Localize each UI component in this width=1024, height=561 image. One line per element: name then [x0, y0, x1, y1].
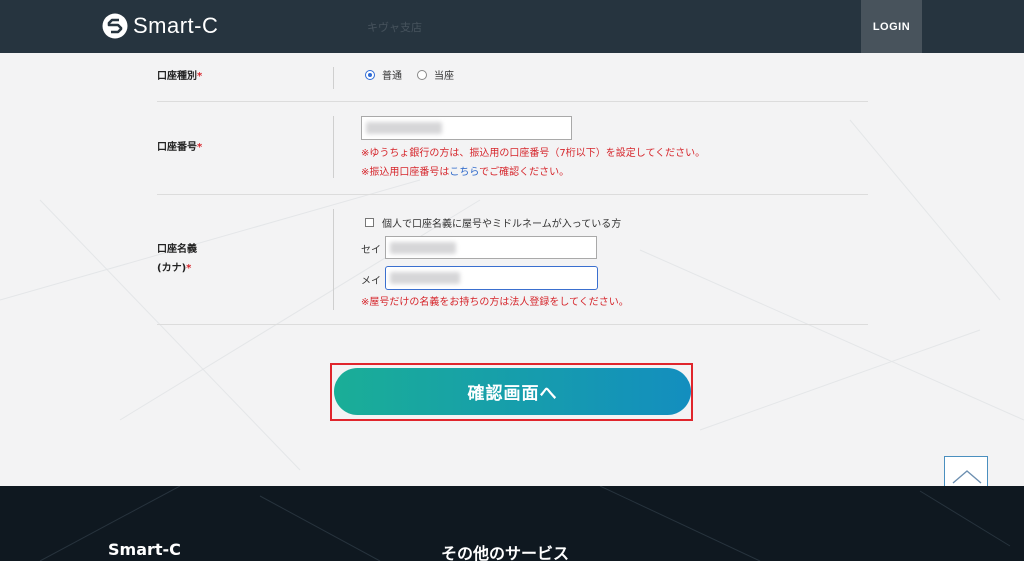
radio-current[interactable] — [417, 69, 427, 80]
site-logo[interactable]: Smart-C — [102, 13, 218, 39]
site-header: Smart-C キヴャ支店 LOGIN — [0, 0, 1024, 53]
login-button[interactable]: LOGIN — [861, 0, 922, 53]
account-type-label: 口座種別* — [157, 71, 203, 82]
scrolled-under-text: キヴャ支店 — [367, 21, 422, 34]
trade-name-note: ※屋号だけの名義をお持ちの方は法人登録をしてください。 — [361, 297, 629, 308]
mei-label: メイ — [361, 276, 381, 287]
site-footer: Smart-C その他のサービス — [0, 486, 1024, 561]
radio-ordinary[interactable] — [365, 69, 375, 80]
masked-value — [390, 242, 456, 254]
divider — [333, 67, 334, 89]
sei-label: セイ — [361, 245, 381, 256]
sei-input[interactable] — [385, 236, 597, 259]
confirm-button[interactable]: 確認画面へ — [334, 368, 691, 415]
smartc-logo-icon — [102, 13, 128, 39]
account-type-radio-group: 普通 当座 — [365, 67, 469, 82]
middle-name-checkbox[interactable] — [365, 218, 374, 227]
footer-brand: Smart-C — [108, 540, 181, 559]
account-number-label: 口座番号* — [157, 142, 203, 153]
account-number-input[interactable] — [361, 116, 572, 140]
mei-input[interactable] — [385, 266, 598, 290]
yucho-note: ※ゆうちょ銀行の方は、振込用の口座番号（7桁以下）を設定してください。 — [361, 148, 706, 159]
chevron-up-icon — [952, 470, 982, 484]
account-name-row: 口座名義 (カナ)* 個人で口座名義に屋号やミドルネームが入っている方 セイ メ… — [157, 195, 868, 325]
transfer-number-note: ※振込用口座番号はこちらでご確認ください。 — [361, 167, 570, 178]
divider — [333, 209, 334, 310]
account-type-row: 口座種別* 普通 当座 — [157, 53, 868, 102]
masked-value — [390, 272, 460, 284]
footer-other-services: その他のサービス — [441, 544, 570, 561]
radio-ordinary-label[interactable]: 普通 — [382, 67, 402, 82]
middle-name-checkbox-label[interactable]: 個人で口座名義に屋号やミドルネームが入っている方 — [382, 215, 621, 230]
check-here-link[interactable]: こちら — [449, 167, 479, 178]
account-number-row: 口座番号* ※ゆうちょ銀行の方は、振込用の口座番号（7桁以下）を設定してください… — [157, 102, 868, 195]
divider — [333, 116, 334, 178]
masked-value — [366, 122, 442, 134]
account-name-label: 口座名義 (カナ)* — [157, 244, 197, 274]
middle-name-checkbox-row[interactable]: 個人で口座名義に屋号やミドルネームが入っている方 — [365, 215, 621, 230]
logo-text: Smart-C — [133, 13, 219, 38]
radio-current-label[interactable]: 当座 — [434, 67, 454, 82]
